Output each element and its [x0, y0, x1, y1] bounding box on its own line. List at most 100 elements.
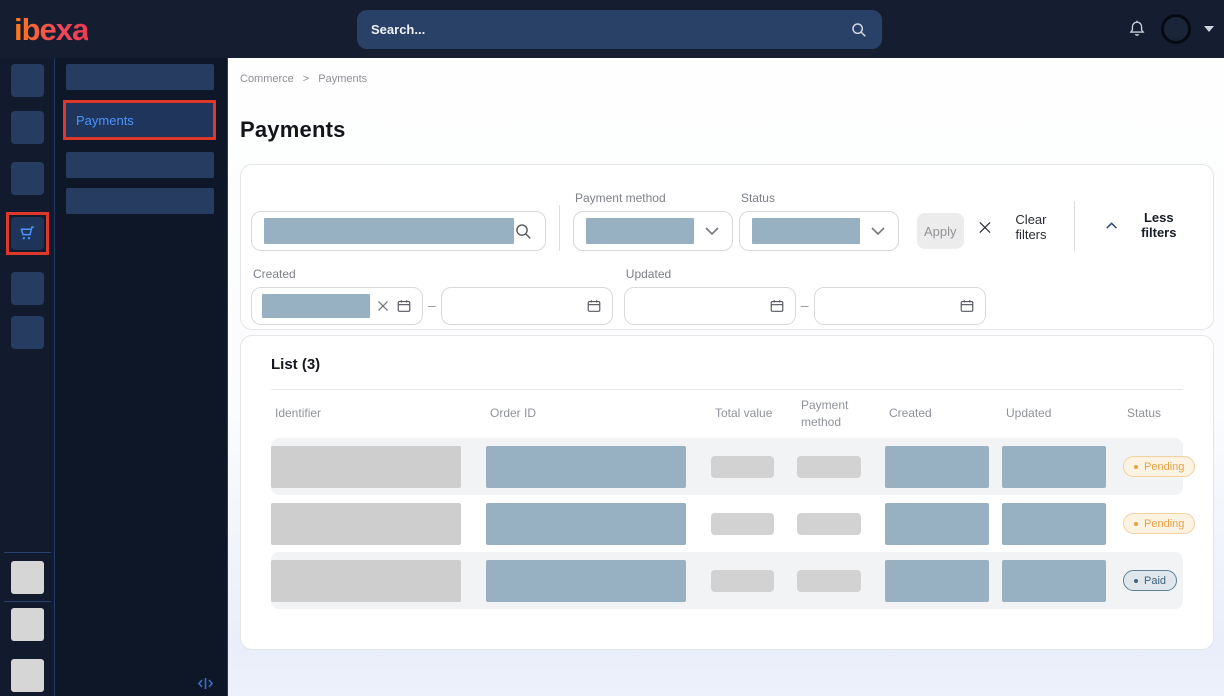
status-label: Status	[741, 191, 899, 205]
list-title: List (3)	[271, 356, 1183, 373]
brand-logo[interactable]: ibexa	[14, 14, 88, 45]
redacted-payment-method	[797, 570, 861, 592]
rail-item-placeholder-5[interactable]	[11, 316, 44, 349]
updated-label: Updated	[626, 267, 986, 281]
notifications-bell-icon[interactable]	[1126, 17, 1148, 41]
payment-method-label: Payment method	[575, 191, 733, 205]
top-bar-actions	[1126, 0, 1214, 58]
main-content: Commerce > Payments Payments Payment	[228, 58, 1224, 696]
active-rail-highlight	[6, 212, 49, 255]
breadcrumb-payments: Payments	[318, 73, 367, 85]
filter-divider	[1074, 201, 1075, 251]
breadcrumb-separator: >	[303, 73, 309, 85]
rail-bottom-item-1[interactable]	[11, 561, 44, 594]
less-filters-toggle[interactable]: Less filters	[1105, 210, 1189, 240]
shopping-cart-icon	[16, 223, 38, 245]
chevron-down-icon	[870, 226, 886, 236]
clear-filters-label: Clear filters	[1001, 212, 1062, 242]
top-bar: ibexa Search...	[0, 0, 1224, 58]
calendar-icon[interactable]	[959, 298, 975, 314]
panel-collapse-icon[interactable]	[197, 676, 214, 691]
breadcrumb-commerce[interactable]: Commerce	[240, 73, 294, 85]
nav-item-placeholder-3[interactable]	[66, 188, 214, 214]
global-search-placeholder: Search...	[371, 22, 425, 37]
search-icon[interactable]	[850, 21, 868, 39]
table-row[interactable]: Paid	[271, 552, 1183, 609]
global-search-input[interactable]: Search...	[357, 10, 882, 49]
apply-button[interactable]: Apply	[917, 213, 964, 249]
col-order-id: Order ID	[486, 405, 711, 422]
table-header-row: Identifier Order ID Total value Payment …	[271, 390, 1183, 438]
status-select[interactable]	[739, 211, 899, 251]
rail-bottom-item-3[interactable]	[11, 659, 44, 692]
payments-list-card: List (3) Identifier Order ID Total value…	[240, 335, 1214, 650]
created-label: Created	[253, 267, 613, 281]
redacted-select-value	[586, 218, 694, 244]
filter-search-input[interactable]	[251, 211, 546, 251]
less-filters-label: Less filters	[1129, 210, 1189, 240]
status-badge: Pending	[1123, 513, 1195, 534]
col-status: Status	[1123, 405, 1183, 422]
created-from-input[interactable]	[251, 287, 423, 325]
filter-divider	[559, 205, 560, 251]
rail-item-placeholder-1[interactable]	[11, 64, 44, 97]
status-dot-icon	[1134, 465, 1138, 469]
rail-item-placeholder-2[interactable]	[11, 111, 44, 144]
payment-method-select[interactable]	[573, 211, 733, 251]
redacted-order-id	[486, 503, 686, 545]
chevron-down-icon	[704, 226, 720, 236]
status-badge: Pending	[1123, 456, 1195, 477]
redacted-created	[885, 560, 989, 602]
calendar-icon[interactable]	[586, 298, 602, 314]
created-filter-group: Created	[251, 267, 613, 325]
status-dot-icon	[1134, 522, 1138, 526]
redacted-total-value	[711, 456, 774, 478]
payment-method-filter-group: Payment method	[573, 191, 733, 251]
redacted-created	[885, 503, 989, 545]
redacted-identifier	[271, 560, 461, 602]
calendar-icon[interactable]	[769, 298, 785, 314]
updated-date-range: –	[624, 287, 986, 325]
rail-item-placeholder-3[interactable]	[11, 162, 44, 195]
created-to-input[interactable]	[441, 287, 613, 325]
filters-card: Payment method Status	[240, 164, 1214, 330]
nav-item-placeholder-1[interactable]	[66, 64, 214, 90]
rail-item-placeholder-4[interactable]	[11, 272, 44, 305]
table-row[interactable]: Pending	[271, 438, 1183, 495]
updated-from-input[interactable]	[624, 287, 796, 325]
redacted-updated	[1002, 503, 1106, 545]
status-badge: Paid	[1123, 570, 1177, 591]
search-icon	[514, 222, 533, 241]
redacted-total-value	[711, 570, 774, 592]
user-menu-caret-icon[interactable]	[1204, 26, 1214, 32]
redacted-search-value	[264, 218, 514, 244]
redacted-payment-method	[797, 456, 861, 478]
active-nav-highlight: Payments	[63, 100, 216, 140]
col-total-value: Total value	[711, 405, 797, 422]
nav-item-payments[interactable]: Payments	[66, 103, 213, 137]
table-row[interactable]: Pending	[271, 495, 1183, 552]
clear-x-icon	[978, 220, 992, 235]
clear-filters-button[interactable]: Clear filters	[978, 212, 1062, 242]
rail-item-commerce[interactable]	[11, 217, 44, 250]
redacted-order-id	[486, 446, 686, 488]
range-separator: –	[428, 297, 436, 315]
nav-item-placeholder-2[interactable]	[66, 152, 214, 178]
filters-row-1: Payment method Status	[251, 191, 1203, 251]
page-title: Payments	[240, 117, 1214, 143]
chevron-up-icon	[1105, 221, 1118, 230]
rail-bottom-group	[0, 552, 54, 692]
filters-row-2: Created	[251, 267, 1203, 325]
clear-x-icon[interactable]	[377, 300, 389, 312]
updated-to-input[interactable]	[814, 287, 986, 325]
redacted-identifier	[271, 503, 461, 545]
status-dot-icon	[1134, 579, 1138, 583]
range-separator: –	[801, 297, 809, 315]
updated-filter-group: Updated –	[624, 267, 986, 325]
calendar-icon[interactable]	[396, 298, 412, 314]
user-avatar[interactable]	[1161, 14, 1191, 44]
redacted-order-id	[486, 560, 686, 602]
icon-rail	[0, 58, 55, 696]
rail-bottom-item-2[interactable]	[11, 608, 44, 641]
redacted-payment-method	[797, 513, 861, 535]
